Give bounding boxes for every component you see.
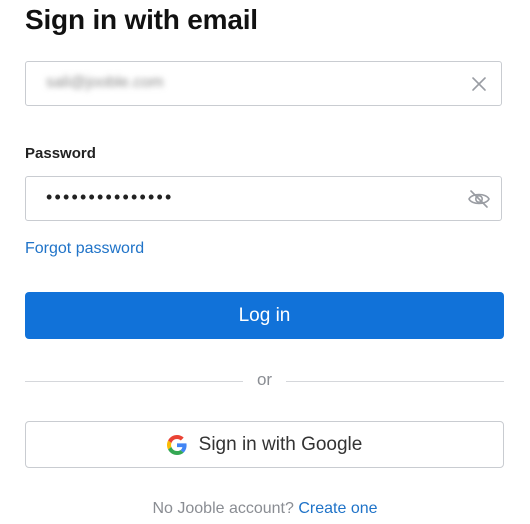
eye-slash-icon[interactable] [467, 188, 491, 210]
google-button-label: Sign in with Google [198, 433, 363, 455]
clear-icon[interactable] [469, 74, 489, 94]
sign-in-page: Sign in with email sali@jooble.com Passw… [0, 0, 530, 524]
divider-line-right [286, 381, 504, 382]
forgot-password-link[interactable]: Forgot password [25, 240, 144, 258]
password-label: Password [25, 145, 96, 162]
divider-or: or [256, 370, 273, 389]
divider-line-left [25, 381, 243, 382]
email-value: sali@jooble.com [46, 74, 164, 91]
footer-text: No Jooble account? [152, 500, 294, 517]
google-icon [166, 434, 187, 455]
create-account-link[interactable]: Create one [298, 500, 377, 517]
email-field[interactable]: sali@jooble.com [25, 61, 502, 106]
google-sign-in-button[interactable]: Sign in with Google [25, 421, 504, 468]
password-value: ••••••••••••••• [46, 187, 174, 207]
password-field[interactable]: ••••••••••••••• [25, 176, 502, 221]
page-title: Sign in with email [25, 4, 258, 35]
footer: No Jooble account? Create one [0, 500, 530, 518]
log-in-button[interactable]: Log in [25, 292, 504, 339]
